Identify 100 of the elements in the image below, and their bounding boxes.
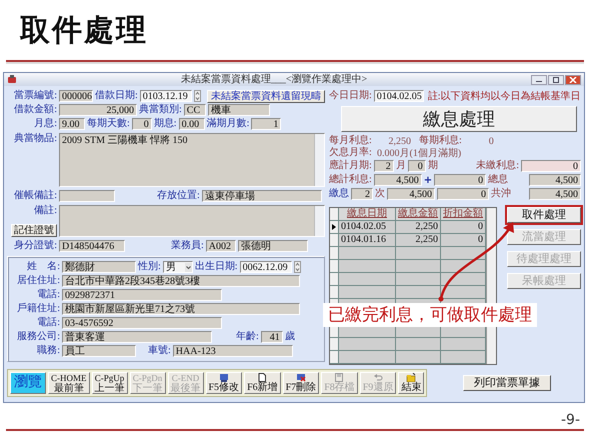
field-label: 出生日期:	[194, 261, 238, 273]
maximize-button[interactable]	[548, 74, 564, 84]
toolbar-button[interactable]: C-HOME 最前筆	[48, 372, 90, 394]
pawn-item-textarea[interactable]: 2009 STM 三陽機車 悍將 150	[59, 133, 325, 187]
paid-count-field[interactable]: 2	[351, 188, 373, 200]
loan-date-field[interactable]: 0103.12.19	[140, 90, 192, 102]
total-interest-field[interactable]: 4,500	[374, 174, 422, 186]
field-label: 職務:	[36, 345, 60, 357]
field-label: 典當物品:	[13, 133, 57, 145]
field-label: 居住住址:	[16, 275, 60, 287]
loan-amount-field[interactable]: 25,000	[59, 104, 137, 116]
clerk-name-field[interactable]: 張德明	[238, 240, 308, 252]
field-label: 催帳備註:	[13, 190, 57, 202]
period-rate-field[interactable]: 0.00	[178, 118, 205, 130]
unpaid-interest-field[interactable]: 0	[521, 160, 581, 172]
toolbar-button[interactable]: 瀏覽	[10, 372, 46, 394]
birth-date-field[interactable]: 0062.12.09	[240, 261, 292, 273]
table-cell: 2,250	[396, 221, 441, 233]
column-header[interactable]: 繳息金額	[396, 208, 441, 220]
field-label: 身分證號:	[13, 240, 57, 252]
slide-title: 取件處理	[20, 12, 148, 48]
address-field[interactable]: 台北市中華路2段345巷28號3樓	[62, 275, 300, 287]
gender-dropdown[interactable]: 男	[162, 261, 193, 273]
field-label: 年齡:	[236, 331, 259, 343]
field-label: 滿期月數:	[206, 118, 250, 130]
spinner-icon[interactable]	[294, 261, 301, 273]
field-label: 業務員:	[171, 240, 204, 252]
field-label: 總息	[488, 174, 508, 186]
company-field[interactable]: 普東客運	[62, 331, 212, 343]
term-months-field[interactable]: 1	[251, 118, 282, 130]
paid-amount-field[interactable]: 4,500	[387, 188, 435, 200]
close-button[interactable]	[565, 74, 581, 84]
registered-address-field[interactable]: 桃園市新屋區新光里71之73號	[62, 303, 300, 315]
period-days-field[interactable]: 0	[132, 118, 152, 130]
interest-sum-field[interactable]: 4,500	[529, 174, 581, 186]
category-code-field[interactable]: CC	[184, 104, 206, 116]
due-months-field[interactable]: 2	[374, 160, 394, 172]
action-button[interactable]: 取件處理	[507, 207, 581, 223]
table-cell: 2,250	[396, 234, 441, 246]
monthly-interest-value: 2,250	[388, 136, 411, 146]
toolbar-button[interactable]: F5修改	[206, 372, 242, 394]
toolbar-button[interactable]: C-PgUp 上一筆	[92, 372, 128, 394]
undo-icon	[373, 373, 384, 382]
field-label: 今日日期:	[329, 90, 372, 102]
field-label: 每期利息:	[419, 135, 462, 147]
section-heading: 繳息處理	[341, 106, 577, 132]
id-number-field[interactable]: D148504476	[59, 240, 125, 252]
today-date-field[interactable]: 0104.02.05	[374, 90, 424, 102]
toolbar-button[interactable]: F6新增	[244, 372, 281, 394]
delete-icon	[296, 373, 306, 382]
pending-records-button[interactable]: 未結案當票資料遺留現疇	[206, 90, 325, 102]
row-selector[interactable]	[330, 221, 339, 233]
page-number: -9-	[560, 412, 580, 428]
minimize-button[interactable]	[531, 74, 547, 84]
maximize-icon	[552, 76, 560, 82]
extra-interest-field[interactable]: 0	[434, 174, 486, 186]
print-button[interactable]: 列印當票單據	[463, 375, 551, 391]
period-interest-value: 0	[488, 136, 494, 146]
age-field[interactable]: 41	[260, 331, 283, 343]
unit-label: 次	[375, 188, 385, 200]
phone-field[interactable]: 03-4576592	[62, 317, 222, 329]
storage-location-field[interactable]: 遠東停車場	[202, 190, 322, 202]
field-label: 期息:	[154, 118, 177, 130]
toolbar-button[interactable]: F7刪除	[282, 372, 320, 394]
category-name-field[interactable]: 機車	[208, 104, 270, 116]
field-label: 服務公司:	[16, 331, 60, 343]
remark-textarea[interactable]	[59, 205, 325, 237]
annotation-tooltip: 已繳完利息，可做取件處理	[323, 303, 537, 327]
clerk-code-field[interactable]: A002	[206, 240, 236, 252]
phone-field[interactable]: 0929872371	[62, 289, 222, 301]
field-label: 總計利息:	[329, 174, 372, 186]
field-label: 未繳利息:	[476, 160, 519, 172]
toolbar-button[interactable]: 結束	[398, 372, 424, 394]
discount-field[interactable]: 0	[437, 188, 489, 200]
dropdown-arrow-icon	[184, 262, 192, 272]
remember-id-button[interactable]: 記住證號	[11, 224, 57, 237]
plus-sign: +	[424, 174, 432, 186]
field-label: 每月利息:	[329, 135, 373, 146]
plate-number-field[interactable]: HAA-123	[172, 345, 293, 357]
note-text: 註:以下資料均以今日為結帳基準日	[428, 90, 581, 103]
field-label: 性別:	[138, 261, 161, 273]
offset-total-field[interactable]: 4,500	[529, 188, 581, 200]
monthly-rate-field[interactable]: 9.00	[59, 118, 85, 130]
due-periods-field[interactable]: 0	[408, 160, 426, 172]
window-title: 未結案當票資料處理___<瀏覽作業處理中>	[180, 73, 368, 86]
field-label: 借款日期:	[95, 90, 138, 102]
field-label: 月息:	[33, 118, 57, 130]
field-label: 存放位置:	[157, 190, 200, 202]
name-field[interactable]: 鄭德財	[62, 261, 136, 273]
ticket-number-field[interactable]: 000006	[59, 90, 93, 102]
field-label: 繳息	[329, 188, 349, 200]
account-note-field[interactable]	[59, 190, 115, 202]
overdue-rate-value: 0.000月(1個月滿期)	[377, 146, 462, 160]
job-title-field[interactable]: 員工	[62, 345, 136, 357]
field-label: 當票編號:	[13, 90, 57, 102]
column-header[interactable]: 繳息日期	[339, 208, 396, 220]
field-label: 電話:	[36, 317, 60, 329]
field-label: 姓 名:	[26, 261, 60, 273]
unit-label: 期	[428, 160, 438, 172]
spinner-icon[interactable]	[194, 90, 201, 102]
